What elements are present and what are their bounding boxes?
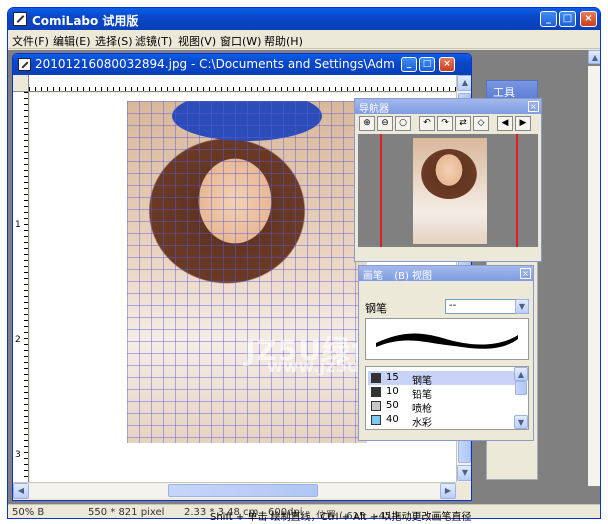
brush-preset-dropdown[interactable]: -- ▼ (445, 299, 529, 314)
flip-icon[interactable]: ⇄ (455, 116, 471, 131)
mdi-vertical-scrollbar[interactable] (588, 66, 600, 486)
menu-view[interactable]: 视图(V) (178, 33, 216, 49)
dropdown-chevron-icon[interactable]: ▼ (515, 299, 529, 314)
zoom-out-icon[interactable]: ⊖ (377, 116, 393, 131)
ruler-tick: 3 (15, 450, 21, 460)
menu-bar: 文件(F) 编辑(E) 选择(S) 滤镜(T) 视图(V) 窗口(W) 帮助(H… (8, 30, 600, 49)
reset-view-icon[interactable]: ◇ (473, 116, 489, 131)
horizontal-scroll-thumb[interactable] (168, 484, 318, 497)
brush-color-swatch (371, 401, 381, 411)
mdi-scroll-up-icon[interactable]: ▲ (588, 50, 600, 64)
menu-filter[interactable]: 滤镜(T) (135, 33, 172, 49)
menu-file[interactable]: 文件(F) (12, 33, 49, 49)
title-bar[interactable]: ComiLabo 试用版 _ □ × (8, 8, 600, 30)
brush-list: 15 钢笔 10 铅笔 50 喷枪 40 水彩 ▲ ▼ (365, 366, 529, 430)
maximize-button[interactable]: □ (559, 11, 576, 27)
brush-size: 40 (386, 414, 399, 425)
scroll-down-icon[interactable]: ▼ (457, 465, 471, 481)
ruler-tick: 2 (15, 335, 21, 345)
navigator-frame-left (380, 134, 382, 247)
next-icon[interactable]: ▶ (515, 116, 531, 131)
navigator-thumbnail[interactable] (413, 138, 487, 244)
menu-help[interactable]: 帮助(H) (264, 33, 303, 49)
document-icon (18, 58, 31, 71)
brush-size: 15 (386, 372, 399, 383)
brush-current-label: 钢笔 (365, 302, 387, 315)
document-title-bar[interactable]: 20101216080032894.jpg - C:\Documents and… (13, 54, 471, 75)
brush-color-swatch (371, 387, 381, 397)
brush-stroke-preview (365, 318, 529, 360)
brush-size: 50 (386, 400, 399, 411)
brush-row[interactable]: 10 铅笔 (368, 385, 524, 401)
brush-title[interactable]: 画笔 (B) 视图 (359, 266, 533, 282)
app-icon (13, 12, 27, 26)
doc-close-button[interactable]: × (439, 57, 455, 72)
brush-color-swatch (371, 373, 381, 383)
doc-minimize-button[interactable]: _ (401, 57, 417, 72)
scroll-right-icon[interactable]: ▶ (440, 483, 456, 499)
list-scroll-up-icon[interactable]: ▲ (514, 367, 528, 381)
ruler-corner (13, 75, 29, 92)
menu-window[interactable]: 窗口(W) (220, 33, 261, 49)
horizontal-scrollbar[interactable]: ◀ ▶ (13, 482, 456, 499)
doc-maximize-button[interactable]: □ (419, 57, 435, 72)
document-title: 20101216080032894.jpg - C:\Documents and… (35, 57, 395, 71)
navigator-frame-right (516, 134, 518, 247)
navigator-title[interactable]: 导航器 (355, 99, 541, 115)
prev-icon[interactable]: ◀ (497, 116, 513, 131)
minimize-button[interactable]: _ (540, 11, 557, 27)
scroll-left-icon[interactable]: ◀ (13, 483, 29, 499)
brush-title-label: 画笔 (363, 271, 383, 282)
brush-preset-value: -- (449, 300, 457, 311)
list-scroll-down-icon[interactable]: ▼ (514, 415, 528, 429)
ruler-tick: 1 (15, 220, 21, 230)
close-button[interactable]: × (580, 11, 597, 27)
rotate-left-icon[interactable]: ↶ (419, 116, 435, 131)
list-scroll-thumb[interactable] (515, 381, 527, 395)
status-hint: Shift + 单击 绘制直线，Ctrl + Alt + 以拖动更改画笔直径 (210, 512, 472, 523)
zoom-in-icon[interactable]: ⊕ (359, 116, 375, 131)
brush-color-swatch (371, 415, 381, 425)
main-window: ComiLabo 试用版 _ □ × 文件(F) 编辑(E) 选择(S) 滤镜(… (7, 7, 601, 519)
horizontal-ruler (29, 75, 456, 92)
zoom-fit-icon[interactable]: ○ (395, 116, 411, 131)
brush-row[interactable]: 15 钢笔 (368, 371, 524, 387)
rotate-right-icon[interactable]: ↷ (437, 116, 453, 131)
brush-close-icon[interactable]: × (520, 268, 531, 279)
brush-name: 水彩 (412, 418, 432, 429)
brush-stroke-icon (376, 333, 518, 349)
mdi-workspace: 20101216080032894.jpg - C:\Documents and… (8, 50, 600, 504)
brush-panel: 画笔 (B) 视图 × 钢笔 -- ▼ 15 钢笔 10 铅笔 50 喷枪 40 水彩 ▲ ▼ (358, 265, 534, 441)
tools-panel-title[interactable]: 工具 (486, 80, 538, 100)
menu-edit[interactable]: 编辑(E) (53, 33, 91, 49)
status-zoom: 50% B (12, 507, 45, 518)
brush-view-menu[interactable]: (B) 视图 (394, 271, 432, 282)
photo-image[interactable] (127, 101, 367, 443)
app-title: ComiLabo 试用版 (32, 14, 139, 28)
vertical-ruler: 1 2 3 (13, 92, 29, 482)
brush-size: 10 (386, 386, 399, 397)
scroll-up-icon[interactable]: ▲ (457, 75, 471, 91)
navigator-close-icon[interactable]: × (528, 101, 539, 112)
brush-row[interactable]: 40 水彩 (368, 413, 524, 429)
brush-row[interactable]: 50 喷枪 (368, 399, 524, 415)
status-pixel-size: 550 * 821 pixel (88, 507, 165, 518)
menu-select[interactable]: 选择(S) (95, 33, 133, 49)
navigator-panel: 导航器 × ⊕ ⊖ ○ ↶ ↷ ⇄ ◇ ◀ ▶ (354, 98, 542, 262)
navigator-preview[interactable] (358, 134, 538, 247)
